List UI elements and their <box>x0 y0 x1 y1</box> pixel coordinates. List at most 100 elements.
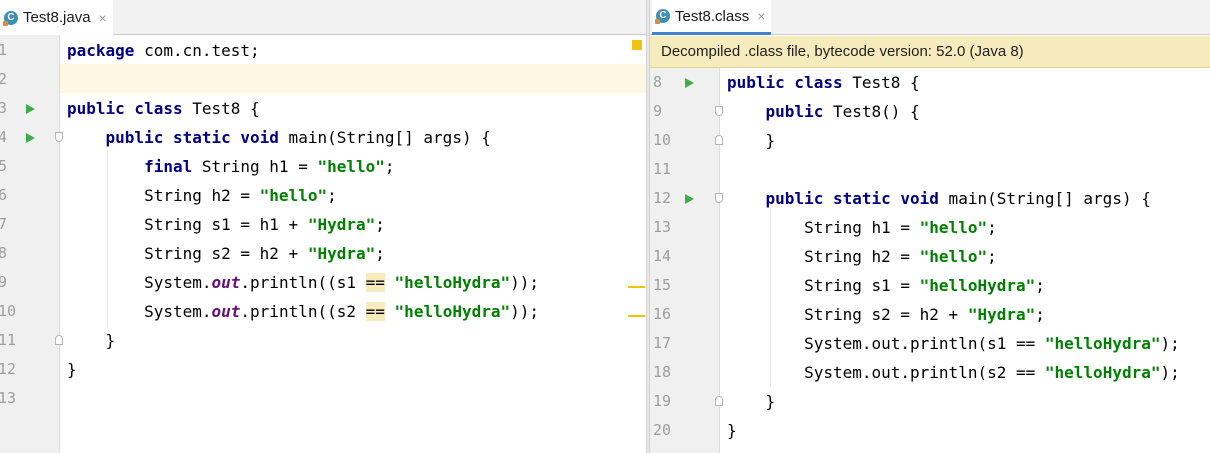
code-line[interactable]: 21 <box>650 445 1210 453</box>
close-icon[interactable]: × <box>757 8 765 24</box>
code-text: System.out.println(s1 == "helloHydra"); <box>727 329 1180 358</box>
line-number: 4 <box>0 128 8 146</box>
warning-stripe[interactable] <box>628 315 645 317</box>
code-text: String s1 = h1 + "Hydra"; <box>67 210 385 239</box>
code-line[interactable]: 15 String s1 = "helloHydra"; <box>650 271 1210 300</box>
code-token: } <box>727 131 776 150</box>
line-number: 8 <box>0 244 8 262</box>
code-line[interactable]: 11 <box>650 155 1210 184</box>
code-token: ; <box>327 186 337 205</box>
java-class-icon-letter: C <box>7 11 15 23</box>
line-number: 19 <box>653 392 672 410</box>
code-text: String s2 = h2 + "Hydra"; <box>67 239 385 268</box>
code-text: } <box>727 416 737 445</box>
code-line[interactable]: 4 public static void main(String[] args)… <box>0 123 646 152</box>
code-line[interactable]: 11 } <box>0 326 646 355</box>
code-line[interactable]: 6 String h2 = "hello"; <box>0 181 646 210</box>
run-icon[interactable] <box>685 194 694 204</box>
code-token: } <box>727 421 737 440</box>
code-token: )); <box>510 273 540 292</box>
line-number: 8 <box>653 73 663 91</box>
fold-toggle-icon[interactable] <box>55 335 63 345</box>
code-line[interactable]: 20} <box>650 416 1210 445</box>
line-number: 11 <box>0 331 17 349</box>
code-line[interactable]: 7 String s1 = h1 + "Hydra"; <box>0 210 646 239</box>
keyword-token: public class <box>727 73 843 92</box>
warning-marker-icon[interactable] <box>632 40 642 50</box>
line-number: 12 <box>653 189 672 207</box>
code-line[interactable]: 8 String s2 = h2 + "Hydra"; <box>0 239 646 268</box>
code-token: String h1 = <box>192 157 318 176</box>
code-text: } <box>727 387 776 416</box>
tab-label: Test8.java <box>23 9 91 26</box>
code-text: } <box>67 326 116 355</box>
code-token: String s1 = <box>727 276 920 295</box>
code-line[interactable]: 1 package com.cn.test; <box>0 36 646 65</box>
line-number: 21 <box>653 445 671 453</box>
highlighted-token: == <box>365 302 385 321</box>
code-text: public Test8() { <box>727 97 920 126</box>
line-number: 18 <box>653 363 672 381</box>
code-token: String h1 = <box>727 218 920 237</box>
fold-toggle-icon[interactable] <box>715 193 723 203</box>
fold-toggle-icon[interactable] <box>715 106 723 116</box>
keyword-token: public static void <box>105 128 279 147</box>
code-line[interactable]: 13 String h1 = "hello"; <box>650 213 1210 242</box>
close-icon[interactable]: × <box>99 10 107 26</box>
code-token: ; <box>987 218 997 237</box>
code-text: System.out.println((s1 == "helloHydra"))… <box>67 268 539 297</box>
tab-test8-class[interactable]: C Test8.class × <box>652 0 772 35</box>
code-line[interactable]: 3 public class Test8 { <box>0 94 646 123</box>
code-line[interactable]: 12} <box>0 355 646 384</box>
code-token: } <box>727 392 776 411</box>
line-number: 5 <box>0 157 8 175</box>
code-line[interactable]: 10 } <box>650 126 1210 155</box>
left-tab-bar: C Test8.java × <box>0 0 646 35</box>
code-token: ; <box>375 215 385 234</box>
code-line[interactable]: 9 public Test8() { <box>650 97 1210 126</box>
run-icon[interactable] <box>26 104 35 114</box>
fold-toggle-icon[interactable] <box>55 132 63 142</box>
code-line[interactable]: 18 System.out.println(s2 == "helloHydra"… <box>650 358 1210 387</box>
string-token: "helloHydra" <box>1044 363 1161 382</box>
code-line[interactable]: 16 String s2 = h2 + "Hydra"; <box>650 300 1210 329</box>
keyword-token: final <box>144 157 193 176</box>
java-class-icon: C <box>3 10 18 26</box>
code-line[interactable]: 5 final String h1 = "hello"; <box>0 152 646 181</box>
run-icon[interactable] <box>685 78 694 88</box>
code-text: } <box>67 355 77 384</box>
code-token: .println((s2 <box>240 302 366 321</box>
code-token: .println((s1 <box>240 273 366 292</box>
line-number: 20 <box>653 421 672 439</box>
code-line[interactable]: 9 System.out.println((s1 == "helloHydra"… <box>0 268 646 297</box>
tab-test8-java[interactable]: C Test8.java × <box>0 0 113 35</box>
string-token: "Hydra" <box>307 244 376 263</box>
code-token: Test8 { <box>842 73 920 92</box>
run-icon[interactable] <box>26 133 35 143</box>
fold-toggle-icon[interactable] <box>715 135 723 145</box>
code-token: System.out.println(s1 == <box>727 334 1045 353</box>
code-line[interactable]: 10 System.out.println((s2 == "helloHydra… <box>0 297 646 326</box>
string-token: "hello" <box>259 186 328 205</box>
line-number: 16 <box>653 305 672 323</box>
code-line[interactable]: 13 <box>0 384 646 413</box>
right-editor-pane: C Test8.class × Decompiled .class file, … <box>650 0 1210 453</box>
code-text: public static void main(String[] args) { <box>727 184 1151 213</box>
line-number: 12 <box>0 360 17 378</box>
java-class-icon: C <box>655 9 670 24</box>
code-token: main(String[] args) { <box>938 189 1151 208</box>
string-token: "hello" <box>317 157 385 176</box>
line-number: 11 <box>653 160 672 178</box>
line-number: 9 <box>0 273 8 291</box>
fold-toggle-icon[interactable] <box>715 396 723 406</box>
code-line[interactable]: 19 } <box>650 387 1210 416</box>
code-line[interactable]: 14 String h2 = "hello"; <box>650 242 1210 271</box>
code-line[interactable]: 12 public static void main(String[] args… <box>650 184 1210 213</box>
keyword-token: package <box>67 41 135 60</box>
code-token: main(String[] args) { <box>278 128 491 147</box>
code-line[interactable]: 17 System.out.println(s1 == "helloHydra"… <box>650 329 1210 358</box>
code-line[interactable]: 2 <box>0 65 646 94</box>
code-line[interactable]: 8 public class Test8 { <box>650 68 1210 97</box>
warning-stripe[interactable] <box>628 286 645 288</box>
